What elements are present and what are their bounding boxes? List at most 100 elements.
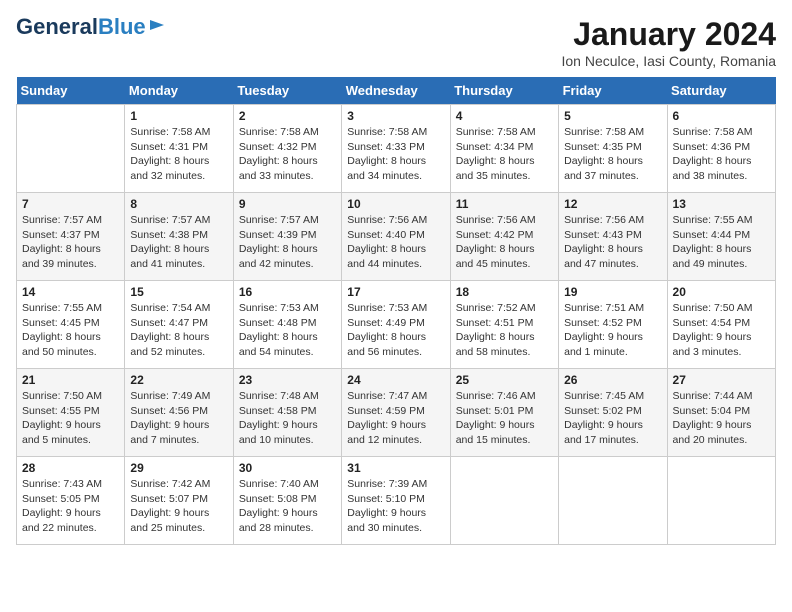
day-number: 6: [673, 109, 770, 123]
logo: GeneralBlue: [16, 16, 166, 38]
calendar-table: SundayMondayTuesdayWednesdayThursdayFrid…: [16, 77, 776, 545]
day-info: Sunrise: 7:56 AM Sunset: 4:42 PM Dayligh…: [456, 213, 553, 272]
week-row-2: 7Sunrise: 7:57 AM Sunset: 4:37 PM Daylig…: [17, 193, 776, 281]
day-cell: 7Sunrise: 7:57 AM Sunset: 4:37 PM Daylig…: [17, 193, 125, 281]
day-info: Sunrise: 7:58 AM Sunset: 4:32 PM Dayligh…: [239, 125, 336, 184]
day-cell: 18 Sunrise: 7:52 AM Sunset: 4:51 PM Dayli…: [450, 281, 558, 369]
day-info: Sunrise: 7:42 AM Sunset: 5:07 PM Dayligh…: [130, 477, 227, 536]
day-number: 18: [456, 285, 553, 299]
day-number: 31: [347, 461, 444, 475]
week-row-4: 21 Sunrise: 7:50 AM Sunset: 4:55 PM Dayli…: [17, 369, 776, 457]
day-info: Sunrise: 7:48 AM Sunset: 4:58 PM Dayligh…: [239, 389, 336, 448]
day-number: 2: [239, 109, 336, 123]
day-info: Sunrise: 7:55 AM Sunset: 4:45 PM Dayligh…: [22, 301, 119, 360]
day-header-monday: Monday: [125, 77, 233, 105]
day-info: Sunrise: 7:49 AM Sunset: 4:56 PM Dayligh…: [130, 389, 227, 448]
day-cell: 22 Sunrise: 7:49 AM Sunset: 4:56 PM Dayli…: [125, 369, 233, 457]
day-cell: 12 Sunrise: 7:56 AM Sunset: 4:43 PM Dayli…: [559, 193, 667, 281]
day-cell: [450, 457, 558, 545]
day-header-sunday: Sunday: [17, 77, 125, 105]
day-number: 27: [673, 373, 770, 387]
day-cell: 27 Sunrise: 7:44 AM Sunset: 5:04 PM Dayli…: [667, 369, 775, 457]
day-info: Sunrise: 7:58 AM Sunset: 4:33 PM Dayligh…: [347, 125, 444, 184]
logo-icon: [148, 16, 166, 34]
day-info: Sunrise: 7:56 AM Sunset: 4:40 PM Dayligh…: [347, 213, 444, 272]
day-number: 4: [456, 109, 553, 123]
week-row-1: 1 Sunrise: 7:58 AM Sunset: 4:31 PM Daylig…: [17, 105, 776, 193]
days-header-row: SundayMondayTuesdayWednesdayThursdayFrid…: [17, 77, 776, 105]
day-cell: 28Sunrise: 7:43 AM Sunset: 5:05 PM Dayli…: [17, 457, 125, 545]
header: GeneralBlue January 2024 Ion Neculce, Ia…: [16, 16, 776, 69]
day-info: Sunrise: 7:53 AM Sunset: 4:49 PM Dayligh…: [347, 301, 444, 360]
day-number: 16: [239, 285, 336, 299]
day-info: Sunrise: 7:47 AM Sunset: 4:59 PM Dayligh…: [347, 389, 444, 448]
day-info: Sunrise: 7:45 AM Sunset: 5:02 PM Dayligh…: [564, 389, 661, 448]
day-cell: 13 Sunrise: 7:55 AM Sunset: 4:44 PM Dayli…: [667, 193, 775, 281]
day-number: 13: [673, 197, 770, 211]
day-info: Sunrise: 7:58 AM Sunset: 4:36 PM Dayligh…: [673, 125, 770, 184]
day-number: 1: [130, 109, 227, 123]
day-cell: 10 Sunrise: 7:56 AM Sunset: 4:40 PM Dayli…: [342, 193, 450, 281]
day-info: Sunrise: 7:58 AM Sunset: 4:31 PM Dayligh…: [130, 125, 227, 184]
day-number: 30: [239, 461, 336, 475]
day-number: 8: [130, 197, 227, 211]
day-number: 17: [347, 285, 444, 299]
day-cell: 4 Sunrise: 7:58 AM Sunset: 4:34 PM Daylig…: [450, 105, 558, 193]
logo-text: GeneralBlue: [16, 16, 146, 38]
day-cell: 15 Sunrise: 7:54 AM Sunset: 4:47 PM Dayli…: [125, 281, 233, 369]
day-info: Sunrise: 7:52 AM Sunset: 4:51 PM Dayligh…: [456, 301, 553, 360]
day-cell: 16 Sunrise: 7:53 AM Sunset: 4:48 PM Dayli…: [233, 281, 341, 369]
day-cell: 31 Sunrise: 7:39 AM Sunset: 5:10 PM Dayli…: [342, 457, 450, 545]
day-number: 14: [22, 285, 119, 299]
day-number: 21: [22, 373, 119, 387]
day-info: Sunrise: 7:54 AM Sunset: 4:47 PM Dayligh…: [130, 301, 227, 360]
day-number: 26: [564, 373, 661, 387]
day-cell: 5 Sunrise: 7:58 AM Sunset: 4:35 PM Daylig…: [559, 105, 667, 193]
day-cell: 29 Sunrise: 7:42 AM Sunset: 5:07 PM Dayli…: [125, 457, 233, 545]
day-number: 23: [239, 373, 336, 387]
day-number: 29: [130, 461, 227, 475]
day-info: Sunrise: 7:55 AM Sunset: 4:44 PM Dayligh…: [673, 213, 770, 272]
day-number: 24: [347, 373, 444, 387]
day-info: Sunrise: 7:57 AM Sunset: 4:38 PM Dayligh…: [130, 213, 227, 272]
day-number: 20: [673, 285, 770, 299]
day-header-wednesday: Wednesday: [342, 77, 450, 105]
day-number: 12: [564, 197, 661, 211]
day-number: 25: [456, 373, 553, 387]
day-info: Sunrise: 7:51 AM Sunset: 4:52 PM Dayligh…: [564, 301, 661, 360]
day-number: 7: [22, 197, 119, 211]
day-number: 10: [347, 197, 444, 211]
day-number: 9: [239, 197, 336, 211]
day-info: Sunrise: 7:58 AM Sunset: 4:35 PM Dayligh…: [564, 125, 661, 184]
day-header-friday: Friday: [559, 77, 667, 105]
subtitle: Ion Neculce, Iasi County, Romania: [561, 53, 776, 69]
week-row-5: 28Sunrise: 7:43 AM Sunset: 5:05 PM Dayli…: [17, 457, 776, 545]
day-info: Sunrise: 7:56 AM Sunset: 4:43 PM Dayligh…: [564, 213, 661, 272]
day-cell: [667, 457, 775, 545]
day-info: Sunrise: 7:44 AM Sunset: 5:04 PM Dayligh…: [673, 389, 770, 448]
day-cell: 1 Sunrise: 7:58 AM Sunset: 4:31 PM Daylig…: [125, 105, 233, 193]
day-info: Sunrise: 7:50 AM Sunset: 4:55 PM Dayligh…: [22, 389, 119, 448]
day-cell: [17, 105, 125, 193]
day-number: 5: [564, 109, 661, 123]
day-cell: 24 Sunrise: 7:47 AM Sunset: 4:59 PM Dayli…: [342, 369, 450, 457]
day-number: 15: [130, 285, 227, 299]
main-title: January 2024: [561, 16, 776, 53]
day-header-thursday: Thursday: [450, 77, 558, 105]
day-number: 28: [22, 461, 119, 475]
day-cell: 25Sunrise: 7:46 AM Sunset: 5:01 PM Dayli…: [450, 369, 558, 457]
day-cell: 17 Sunrise: 7:53 AM Sunset: 4:49 PM Dayli…: [342, 281, 450, 369]
day-number: 3: [347, 109, 444, 123]
title-area: January 2024 Ion Neculce, Iasi County, R…: [561, 16, 776, 69]
day-info: Sunrise: 7:58 AM Sunset: 4:34 PM Dayligh…: [456, 125, 553, 184]
day-number: 22: [130, 373, 227, 387]
day-cell: 2 Sunrise: 7:58 AM Sunset: 4:32 PM Daylig…: [233, 105, 341, 193]
day-cell: 21 Sunrise: 7:50 AM Sunset: 4:55 PM Dayli…: [17, 369, 125, 457]
day-cell: 8 Sunrise: 7:57 AM Sunset: 4:38 PM Daylig…: [125, 193, 233, 281]
week-row-3: 14 Sunrise: 7:55 AM Sunset: 4:45 PM Dayli…: [17, 281, 776, 369]
day-cell: 19Sunrise: 7:51 AM Sunset: 4:52 PM Dayli…: [559, 281, 667, 369]
day-info: Sunrise: 7:53 AM Sunset: 4:48 PM Dayligh…: [239, 301, 336, 360]
day-info: Sunrise: 7:39 AM Sunset: 5:10 PM Dayligh…: [347, 477, 444, 536]
day-cell: 14 Sunrise: 7:55 AM Sunset: 4:45 PM Dayli…: [17, 281, 125, 369]
day-info: Sunrise: 7:50 AM Sunset: 4:54 PM Dayligh…: [673, 301, 770, 360]
